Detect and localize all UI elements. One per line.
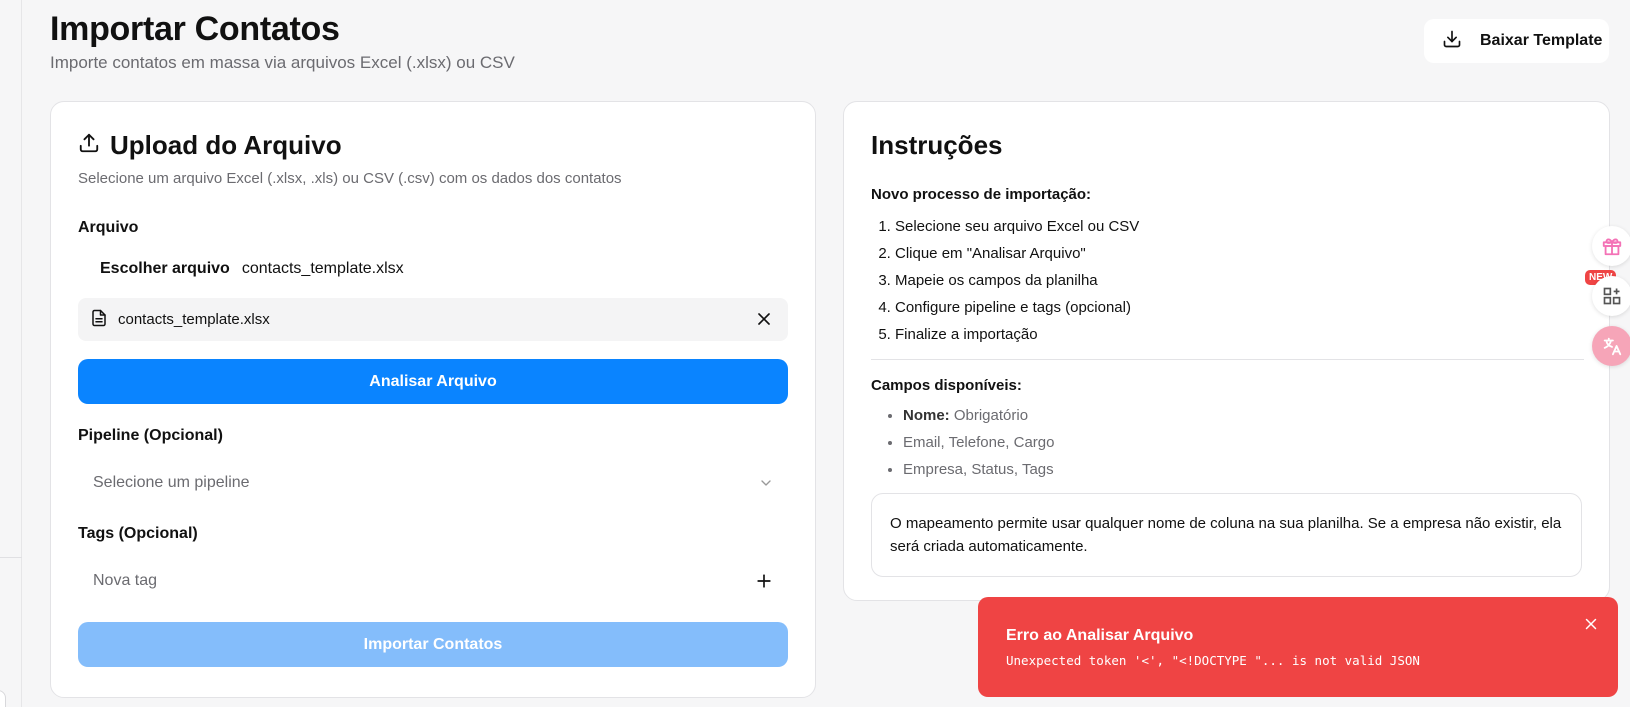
tags-label: Tags (Opcional) <box>78 525 198 542</box>
upload-icon <box>78 130 100 161</box>
fields-heading: Campos disponíveis: <box>871 377 1022 394</box>
left-rail <box>0 0 22 707</box>
field-item: Nome: Obrigatório <box>903 402 1582 429</box>
rail-divider <box>0 557 22 558</box>
file-label: Arquivo <box>78 219 139 236</box>
chevron-down-icon <box>758 475 774 491</box>
upload-card-description: Selecione um arquivo Excel (.xlsx, .xls)… <box>78 170 622 187</box>
download-template-button[interactable]: Baixar Template <box>1424 19 1609 63</box>
new-tag-placeholder: Nova tag <box>93 572 158 589</box>
chosen-file-name: contacts_template.xlsx <box>241 260 404 277</box>
mapping-note: O mapeamento permite usar qualquer nome … <box>871 493 1582 577</box>
instructions-card: Instruções Novo processo de importação: … <box>843 101 1610 601</box>
download-template-label: Baixar Template <box>1480 32 1603 49</box>
step-item: Clique em "Analisar Arquivo" <box>895 240 1582 267</box>
pipeline-label: Pipeline (Opcional) <box>78 427 223 444</box>
divider <box>871 359 1584 360</box>
step-item: Configure pipeline e tags (opcional) <box>895 294 1582 321</box>
page-subtitle: Importe contatos em massa via arquivos E… <box>50 53 515 72</box>
instructions-title: Instruções <box>871 130 1003 160</box>
apps-grid-icon[interactable] <box>1592 276 1630 316</box>
toast-title: Erro ao Analisar Arquivo <box>1006 627 1194 644</box>
selected-file-name: contacts_template.xlsx <box>118 311 270 328</box>
page-header: Importar Contatos Importe contatos em ma… <box>50 10 515 73</box>
fields-list: Nome: Obrigatório Email, Telefone, Cargo… <box>871 402 1582 483</box>
file-icon <box>90 309 108 331</box>
import-contacts-button[interactable]: Importar Contatos <box>78 622 788 667</box>
upload-card: Upload do Arquivo Selecione um arquivo E… <box>50 101 816 698</box>
process-heading: Novo processo de importação: <box>871 186 1092 203</box>
new-tag-input[interactable]: Nova tag <box>78 561 788 601</box>
step-item: Mapeie os campos da planilha <box>895 267 1582 294</box>
choose-file-button[interactable]: Escolher arquivo <box>100 260 230 278</box>
pipeline-placeholder: Selecione um pipeline <box>93 474 250 491</box>
analyze-file-button[interactable]: Analisar Arquivo <box>78 359 788 404</box>
toast-message: Unexpected token '<', "<!DOCTYPE "... is… <box>1006 653 1420 668</box>
selected-file-chip: contacts_template.xlsx <box>78 298 788 341</box>
close-icon[interactable] <box>1582 615 1600 633</box>
step-item: Selecione seu arquivo Excel ou CSV <box>895 213 1582 240</box>
rail-toggle-handle[interactable] <box>0 690 6 707</box>
download-icon <box>1442 29 1462 54</box>
page-title: Importar Contatos <box>50 10 340 48</box>
required-field-label: Nome: <box>903 407 950 424</box>
pipeline-select[interactable]: Selecione um pipeline <box>78 463 788 503</box>
remove-file-icon[interactable] <box>754 309 774 329</box>
add-tag-icon[interactable] <box>754 571 774 591</box>
error-toast: Erro ao Analisar Arquivo Unexpected toke… <box>978 597 1618 697</box>
upload-card-title: Upload do Arquivo <box>78 130 788 161</box>
field-item: Email, Telefone, Cargo <box>903 429 1582 456</box>
file-input[interactable]: Escolher arquivo contacts_template.xlsx <box>78 260 788 278</box>
required-field-value: Obrigatório <box>953 407 1029 424</box>
upload-card-title-text: Upload do Arquivo <box>110 130 342 160</box>
step-item: Finalize a importação <box>895 321 1582 348</box>
gift-icon[interactable] <box>1592 226 1630 266</box>
field-item: Empresa, Status, Tags <box>903 456 1582 483</box>
translate-icon[interactable] <box>1592 326 1630 366</box>
steps-list: Selecione seu arquivo Excel ou CSV Cliqu… <box>871 213 1582 348</box>
